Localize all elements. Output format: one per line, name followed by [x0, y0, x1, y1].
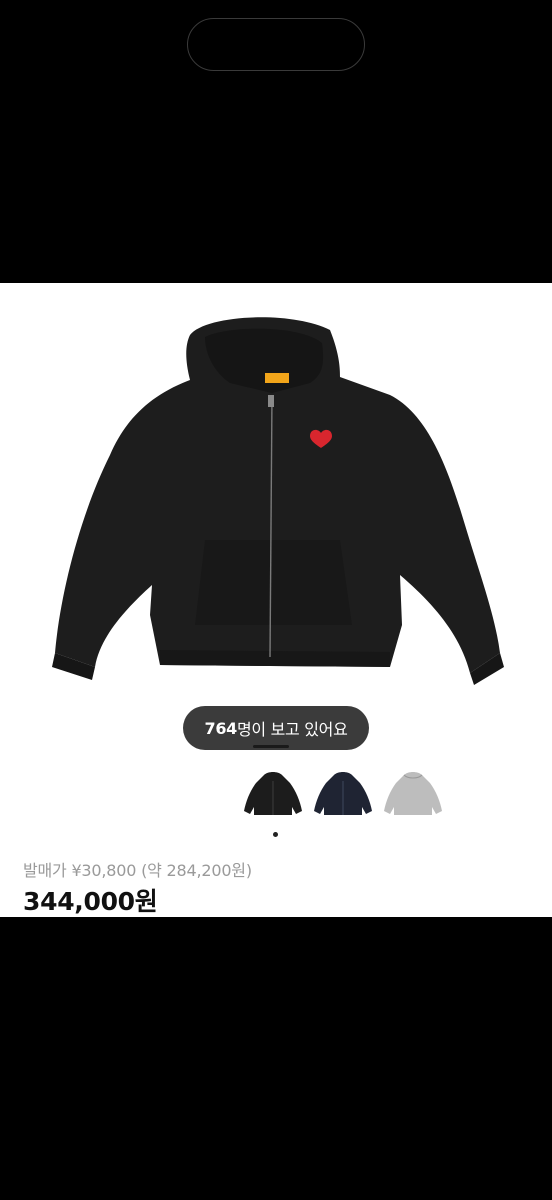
product-sheet: 764 명이 보고 있어요 발매가 ¥30,800 (약 284,200원) 3…: [0, 283, 552, 917]
product-image[interactable]: [40, 295, 512, 685]
release-price: 발매가 ¥30,800 (약 284,200원): [23, 861, 252, 880]
thumbnail-gray-hoodie[interactable]: [382, 769, 444, 821]
viewer-count: 764: [204, 718, 237, 738]
viewer-count-badge: 764 명이 보고 있어요: [183, 706, 369, 750]
page-indicator-dot: [273, 832, 278, 837]
bottom-area: [0, 917, 552, 1200]
thumbnail-black-hoodie[interactable]: [242, 769, 304, 821]
thumbnail-navy-hoodie[interactable]: [312, 769, 374, 821]
status-area: [0, 0, 552, 283]
product-price: 344,000원: [23, 887, 158, 916]
carousel-progress: [253, 745, 289, 748]
viewer-count-suffix: 명이 보고 있어요: [236, 720, 348, 739]
color-thumbnails: [242, 769, 452, 821]
dynamic-island: [187, 18, 365, 71]
